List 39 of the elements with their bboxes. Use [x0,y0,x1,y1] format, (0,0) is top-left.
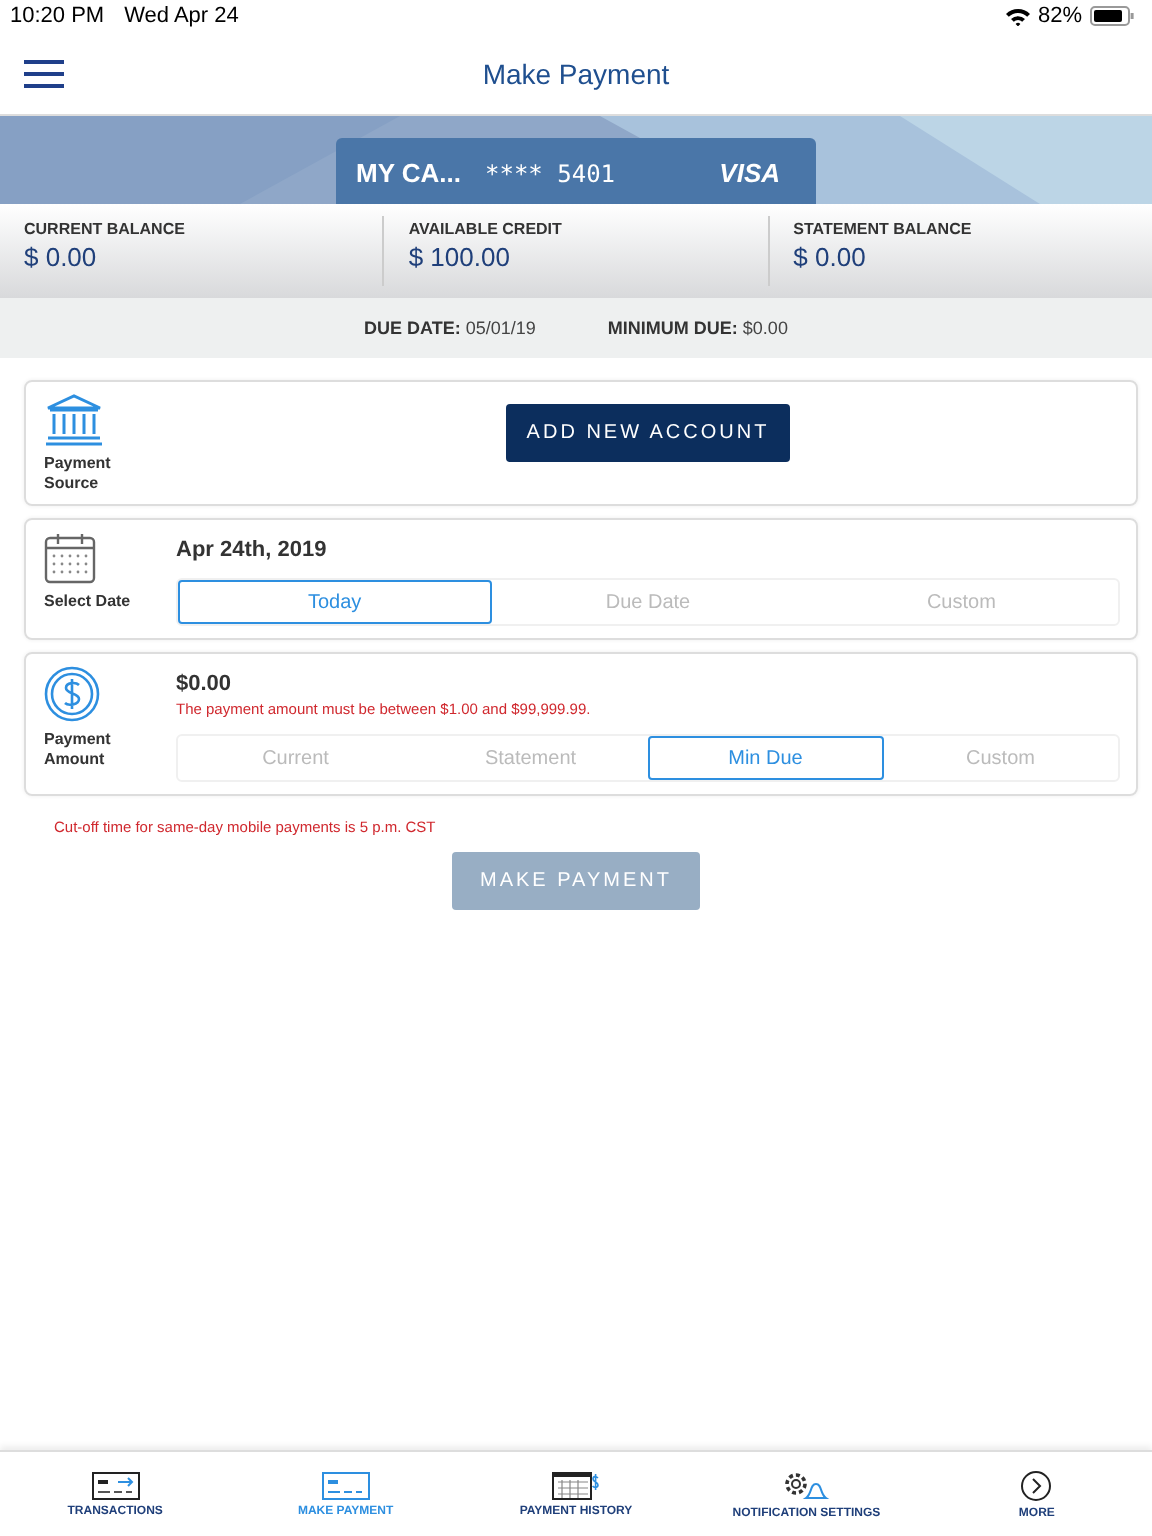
date-option[interactable]: Due Date [491,580,805,625]
due-date: DUE DATE: 05/01/19 [364,318,536,338]
amount-option[interactable]: Current [178,736,413,781]
calendar-icon [44,532,96,585]
section-label: Payment Amount [44,730,113,769]
section-label: Payment Source [44,454,113,493]
wifi-icon [1005,7,1030,25]
status-date: Wed Apr 24 [124,4,239,28]
card-network: VISA [719,158,780,188]
balance-value: $ 0.00 [793,242,868,272]
page-title: Make Payment [482,57,670,89]
date-option[interactable]: Today [178,580,492,625]
card-name: MY CA... [356,158,461,188]
amount-option[interactable]: Custom [883,736,1118,781]
balance-value: $ 100.00 [408,242,512,272]
selected-date: Apr 24th, 2019 [176,538,329,563]
balance-label: STATEMENT BALANCE [793,220,974,238]
payment-amount: $0.00 [176,672,234,697]
section-label: Select Date [44,592,133,612]
gear-bell-icon [782,1469,831,1501]
status-time: 10:20 PM [10,4,105,28]
bank-icon [44,394,104,446]
balance-label: CURRENT BALANCE [24,220,187,238]
battery-icon [1090,6,1134,26]
add-account-button[interactable]: ADD NEW ACCOUNT [506,404,790,463]
chevron-circle-icon [1020,1469,1053,1501]
calendar-dollar-icon [552,1471,600,1499]
amount-option[interactable]: Statement [413,736,648,781]
balance-label: AVAILABLE CREDIT [408,220,564,238]
amount-option[interactable]: Min Due [648,736,883,781]
card-number: **** 5401 [485,160,616,188]
menu-icon[interactable] [24,60,64,88]
credit-card[interactable]: MY CA... **** 5401 VISA [336,138,816,204]
dollar-icon [44,666,100,723]
card-icon [321,1471,370,1499]
battery-percent: 82% [1037,4,1082,28]
minimum-due: MINIMUM DUE: $0.00 [607,318,788,338]
date-option[interactable]: Custom [804,580,1119,625]
balance-value: $ 0.00 [24,242,99,272]
